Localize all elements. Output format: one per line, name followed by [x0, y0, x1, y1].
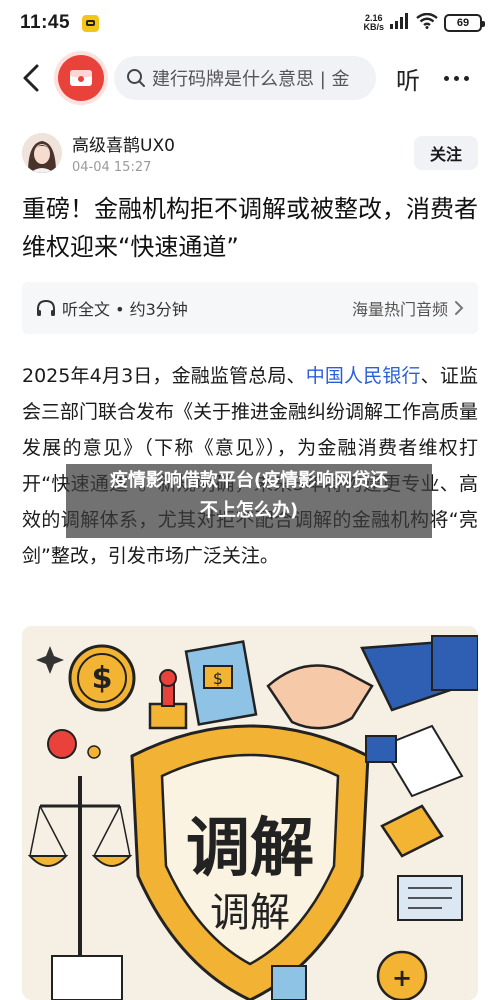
article-illustration[interactable]: $ $ 调解 调解 +	[22, 626, 478, 1000]
pboc-link[interactable]: 中国人民银行	[306, 365, 421, 387]
status-bar: 11:45 2.16 KB/s 69	[0, 0, 500, 46]
publish-date: 04-04 15:27	[72, 160, 152, 175]
svg-text:$: $	[213, 669, 223, 688]
follow-button[interactable]: 关注	[414, 136, 478, 170]
back-button[interactable]	[14, 58, 48, 98]
more-options-icon[interactable]	[444, 75, 469, 81]
author-avatar[interactable]	[22, 133, 62, 173]
coin-icon: $	[68, 644, 136, 712]
hot-audio-label: 海量热门音频	[351, 300, 448, 319]
svg-text:+: +	[392, 964, 412, 992]
listen-audio-bar[interactable]: 听全文 • 约3分钟 海量热门音频	[22, 282, 478, 334]
article-title: 重磅！金融机构拒不调解或被整改，消费者维权迎来“快速通道”	[22, 195, 478, 261]
author-name[interactable]: 高级喜鹊UX0	[72, 131, 175, 156]
illustration-small-text: 调解	[210, 890, 290, 936]
search-icon	[127, 69, 145, 87]
app-logo-icon	[70, 70, 92, 86]
chevron-right-icon	[455, 301, 464, 315]
network-speed-unit: KB/s	[363, 22, 384, 32]
overlay-line-2: 不上怎么办)	[199, 500, 299, 521]
author-row: 高级喜鹊UX0 04-04 15:27 关注	[22, 128, 478, 178]
search-box[interactable]: 建行码牌是什么意思 | 金	[114, 56, 376, 100]
wifi-icon	[416, 12, 438, 33]
status-time: 11:45	[20, 12, 71, 33]
overlay-line-1: 疫情影响借款平台(疫情影响网贷还	[109, 470, 389, 491]
illustration-big-text: 调解	[186, 812, 314, 886]
back-arrow-icon	[23, 64, 39, 92]
listen-full-text-label: 听全文 • 约3分钟	[62, 300, 188, 319]
paragraph-text-start: 2025年4月3日，金融监管总局、	[22, 365, 306, 387]
status-right: 2.16 KB/s 69	[363, 12, 485, 33]
notification-app-icon	[82, 14, 100, 32]
app-logo[interactable]	[58, 55, 104, 101]
network-speed: 2.16 KB/s	[363, 14, 384, 32]
listen-button[interactable]: 听	[396, 61, 420, 96]
document-icon: $	[184, 640, 258, 726]
hot-audio-link[interactable]: 海量热门音频	[352, 296, 464, 320]
top-nav-bar: 建行码牌是什么意思 | 金 听	[0, 46, 500, 110]
battery-indicator: 69	[444, 14, 485, 32]
headphones-icon	[37, 299, 55, 316]
search-placeholder: 建行码牌是什么意思 | 金	[152, 69, 350, 90]
svg-text:$: $	[92, 661, 113, 696]
signal-icon	[390, 13, 410, 33]
overlay-banner-text[interactable]: 疫情影响借款平台(疫情影响网贷还 不上怎么办)	[66, 466, 432, 526]
